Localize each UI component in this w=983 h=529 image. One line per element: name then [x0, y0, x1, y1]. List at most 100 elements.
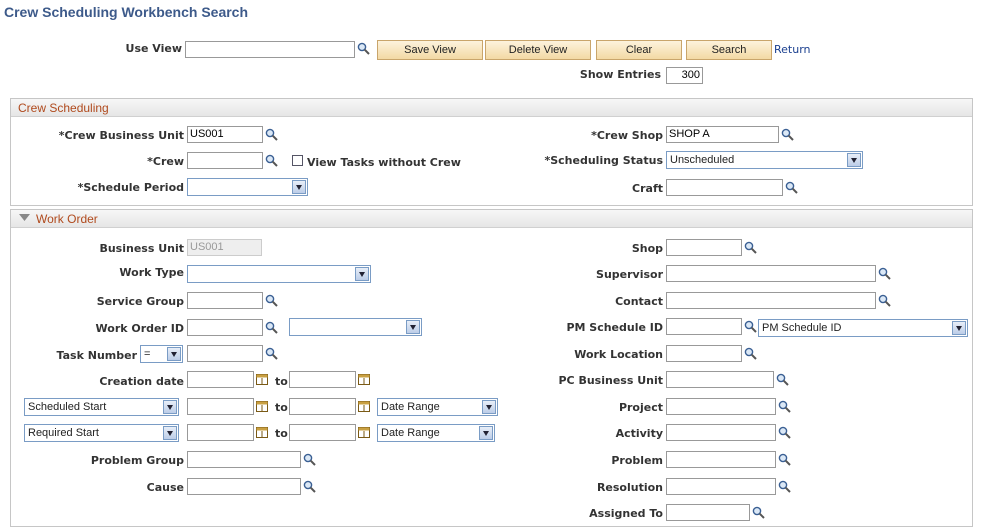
pc-business-unit-label: PC Business Unit — [558, 374, 663, 387]
show-entries-input[interactable]: 300 — [666, 67, 703, 84]
cause-lookup-icon[interactable] — [303, 480, 316, 493]
work-order-id-lookup-icon[interactable] — [265, 321, 278, 334]
task-number-input[interactable] — [187, 345, 263, 362]
creation-date-to-input[interactable] — [289, 371, 356, 388]
scheduled-start-to-label: to — [275, 401, 288, 414]
crew-input[interactable] — [187, 152, 263, 169]
problem-group-label: Problem Group — [90, 454, 184, 467]
supervisor-lookup-icon[interactable] — [878, 267, 891, 280]
view-tasks-without-crew-label: View Tasks without Crew — [307, 156, 461, 169]
business-unit-label: Business Unit — [99, 242, 184, 255]
required-start-select[interactable]: Required Start — [24, 424, 179, 442]
craft-input[interactable] — [666, 179, 783, 196]
chevron-down-icon[interactable] — [355, 267, 369, 281]
chevron-down-icon[interactable] — [406, 320, 420, 334]
work-order-id-label: Work Order ID — [95, 322, 184, 335]
work-location-lookup-icon[interactable] — [744, 347, 757, 360]
shop-lookup-icon[interactable] — [744, 241, 757, 254]
crew-shop-lookup-icon[interactable] — [781, 128, 794, 141]
calendar-icon[interactable] — [358, 426, 370, 438]
resolution-input[interactable] — [666, 478, 776, 495]
search-lookup-icon[interactable] — [357, 42, 370, 55]
delete-view-button[interactable]: Delete View — [485, 40, 591, 60]
resolution-lookup-icon[interactable] — [778, 480, 791, 493]
work-order-header[interactable]: Work Order — [11, 210, 972, 228]
service-group-input[interactable] — [187, 292, 263, 309]
chevron-down-icon[interactable] — [292, 180, 306, 194]
work-order-title: Work Order — [36, 212, 98, 226]
task-number-operator-select[interactable]: = — [140, 345, 183, 363]
chevron-down-icon[interactable] — [167, 347, 181, 361]
shop-input[interactable] — [666, 239, 742, 256]
scheduling-status-select[interactable]: Unscheduled — [666, 151, 863, 169]
return-link[interactable]: Return — [774, 43, 811, 56]
contact-lookup-icon[interactable] — [878, 294, 891, 307]
chevron-down-icon[interactable] — [952, 321, 966, 335]
pm-schedule-id-select[interactable]: PM Schedule ID — [758, 319, 968, 337]
crew-shop-label: *Crew Shop — [591, 129, 663, 142]
chevron-down-icon[interactable] — [163, 426, 177, 440]
problem-input[interactable] — [666, 451, 776, 468]
scheduled-start-from-input[interactable] — [187, 398, 254, 415]
work-type-select[interactable] — [187, 265, 371, 283]
pm-schedule-id-lookup-icon[interactable] — [744, 320, 757, 333]
service-group-lookup-icon[interactable] — [265, 294, 278, 307]
required-start-from-input[interactable] — [187, 424, 254, 441]
pc-business-unit-input[interactable] — [666, 371, 774, 388]
task-number-lookup-icon[interactable] — [265, 347, 278, 360]
scheduled-start-range-select[interactable]: Date Range — [377, 398, 498, 416]
problem-lookup-icon[interactable] — [778, 453, 791, 466]
required-start-to-input[interactable] — [289, 424, 356, 441]
crew-scheduling-title: Crew Scheduling — [18, 101, 109, 115]
work-location-input[interactable] — [666, 345, 742, 362]
crew-business-unit-input[interactable]: US001 — [187, 126, 263, 143]
calendar-icon[interactable] — [256, 426, 268, 438]
supervisor-input[interactable] — [666, 265, 876, 282]
crew-label: *Crew — [147, 155, 184, 168]
project-input[interactable] — [666, 398, 776, 415]
calendar-icon[interactable] — [256, 400, 268, 412]
creation-date-from-input[interactable] — [187, 371, 254, 388]
chevron-down-icon[interactable] — [479, 426, 493, 440]
use-view-label: Use View — [125, 42, 182, 55]
save-view-button[interactable]: Save View — [377, 40, 483, 60]
cause-input[interactable] — [187, 478, 301, 495]
scheduled-start-to-input[interactable] — [289, 398, 356, 415]
work-order-id-input[interactable] — [187, 319, 263, 336]
pm-schedule-id-input[interactable] — [666, 318, 742, 335]
collapse-triangle-icon[interactable] — [19, 214, 30, 222]
service-group-label: Service Group — [96, 295, 184, 308]
required-start-range-select[interactable]: Date Range — [377, 424, 495, 442]
use-view-input[interactable] — [185, 41, 355, 58]
pm-schedule-id-label: PM Schedule ID — [566, 321, 663, 334]
work-order-group: Work Order — [10, 209, 973, 527]
assigned-to-lookup-icon[interactable] — [752, 506, 765, 519]
activity-input[interactable] — [666, 424, 776, 441]
crew-shop-input[interactable]: SHOP A — [666, 126, 779, 143]
search-button[interactable]: Search — [686, 40, 772, 60]
scheduled-start-select[interactable]: Scheduled Start — [24, 398, 179, 416]
activity-lookup-icon[interactable] — [778, 426, 791, 439]
chevron-down-icon[interactable] — [847, 153, 861, 167]
project-lookup-icon[interactable] — [778, 400, 791, 413]
chevron-down-icon[interactable] — [482, 400, 496, 414]
view-tasks-without-crew-checkbox[interactable] — [292, 155, 303, 166]
calendar-icon[interactable] — [358, 373, 370, 385]
clear-button[interactable]: Clear — [596, 40, 682, 60]
calendar-icon[interactable] — [256, 373, 268, 385]
crew-lookup-icon[interactable] — [265, 154, 278, 167]
chevron-down-icon[interactable] — [163, 400, 177, 414]
required-start-to-label: to — [275, 427, 288, 440]
project-label: Project — [618, 401, 663, 414]
contact-input[interactable] — [666, 292, 876, 309]
schedule-period-select[interactable] — [187, 178, 308, 196]
assigned-to-input[interactable] — [666, 504, 750, 521]
calendar-icon[interactable] — [358, 400, 370, 412]
pc-business-unit-lookup-icon[interactable] — [776, 373, 789, 386]
problem-group-lookup-icon[interactable] — [303, 453, 316, 466]
schedule-period-label: *Schedule Period — [77, 181, 184, 194]
crew-business-unit-lookup-icon[interactable] — [265, 128, 278, 141]
work-order-id-select[interactable] — [289, 318, 422, 336]
problem-group-input[interactable] — [187, 451, 301, 468]
craft-lookup-icon[interactable] — [785, 181, 798, 194]
